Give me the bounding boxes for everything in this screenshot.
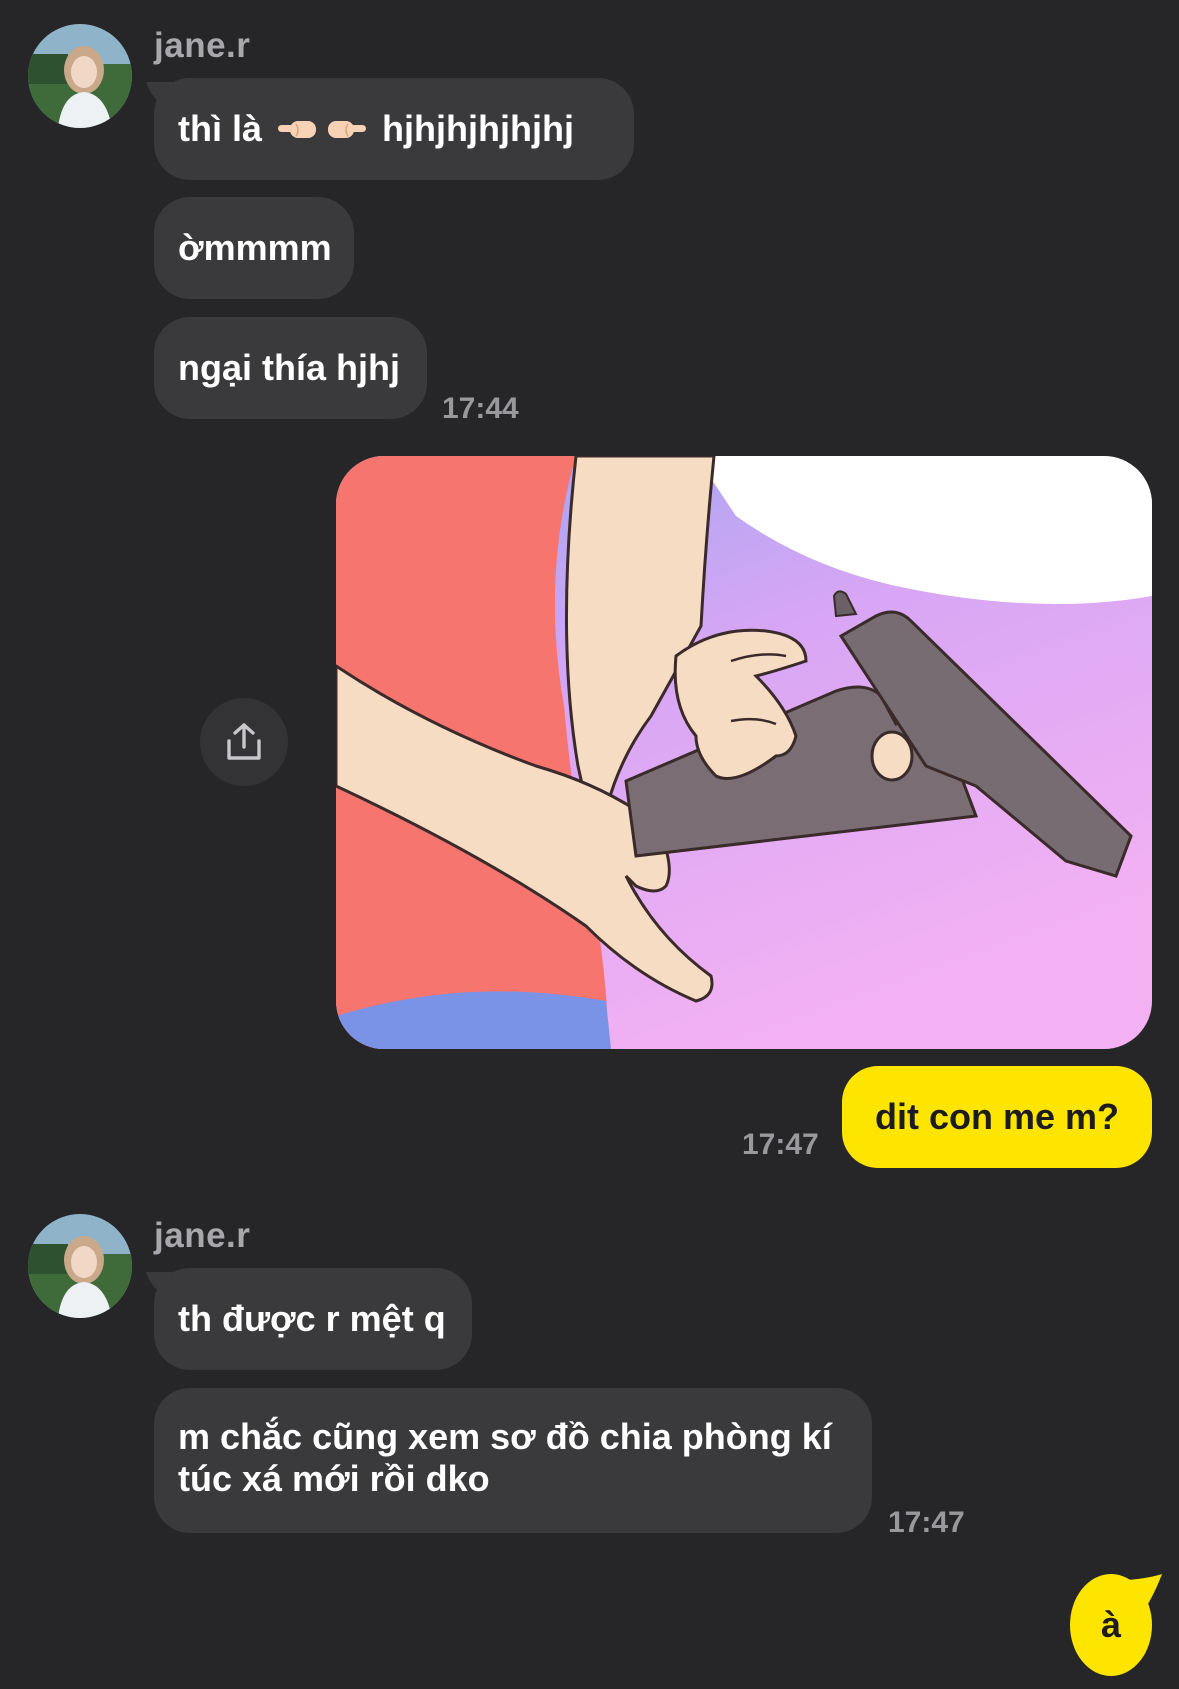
message-timestamp: 17:44	[442, 392, 519, 425]
message-text: th được r mệt q	[178, 1298, 446, 1339]
message-text: m chắc cũng xem sơ đồ chia phòng kí túc …	[178, 1416, 832, 1499]
pointing-right-emoji-icon	[328, 121, 367, 138]
share-icon	[227, 723, 261, 760]
cartoon-gun-image	[336, 456, 1152, 1049]
sender-name: jane.r	[154, 26, 251, 65]
message-bubble[interactable]: thì là hjhjhjhjhjhj	[154, 78, 634, 180]
message-bubble[interactable]: ờmmmm	[154, 197, 354, 299]
sent-image[interactable]	[336, 456, 1152, 1049]
message-bubble[interactable]: m chắc cũng xem sơ đồ chia phòng kí túc …	[154, 1388, 872, 1533]
message-text: dit con me m?	[874, 1096, 1120, 1137]
avatar-photo	[28, 1214, 132, 1318]
message-timestamp: 17:47	[888, 1506, 965, 1539]
message-text: hjhjhjhjhjhj	[382, 108, 574, 149]
avatar-photo	[28, 24, 132, 128]
message-bubble[interactable]: ngại thía hjhj	[154, 317, 427, 419]
message-bubble[interactable]: dit con me m?	[842, 1066, 1152, 1168]
message-text: ngại thía hjhj	[178, 347, 400, 388]
message-text: thì là	[178, 108, 263, 149]
message-text: à	[1100, 1604, 1122, 1645]
contact-avatar[interactable]	[28, 1214, 132, 1318]
sender-name: jane.r	[154, 1216, 251, 1255]
contact-avatar[interactable]	[28, 24, 132, 128]
share-button[interactable]	[200, 698, 288, 786]
message-bubble[interactable]: th được r mệt q	[154, 1268, 472, 1370]
message-timestamp: 17:47	[742, 1128, 819, 1161]
pointing-left-emoji-icon	[278, 121, 317, 138]
bubble-tail	[1128, 1574, 1162, 1604]
message-text: ờmmmm	[178, 227, 332, 268]
